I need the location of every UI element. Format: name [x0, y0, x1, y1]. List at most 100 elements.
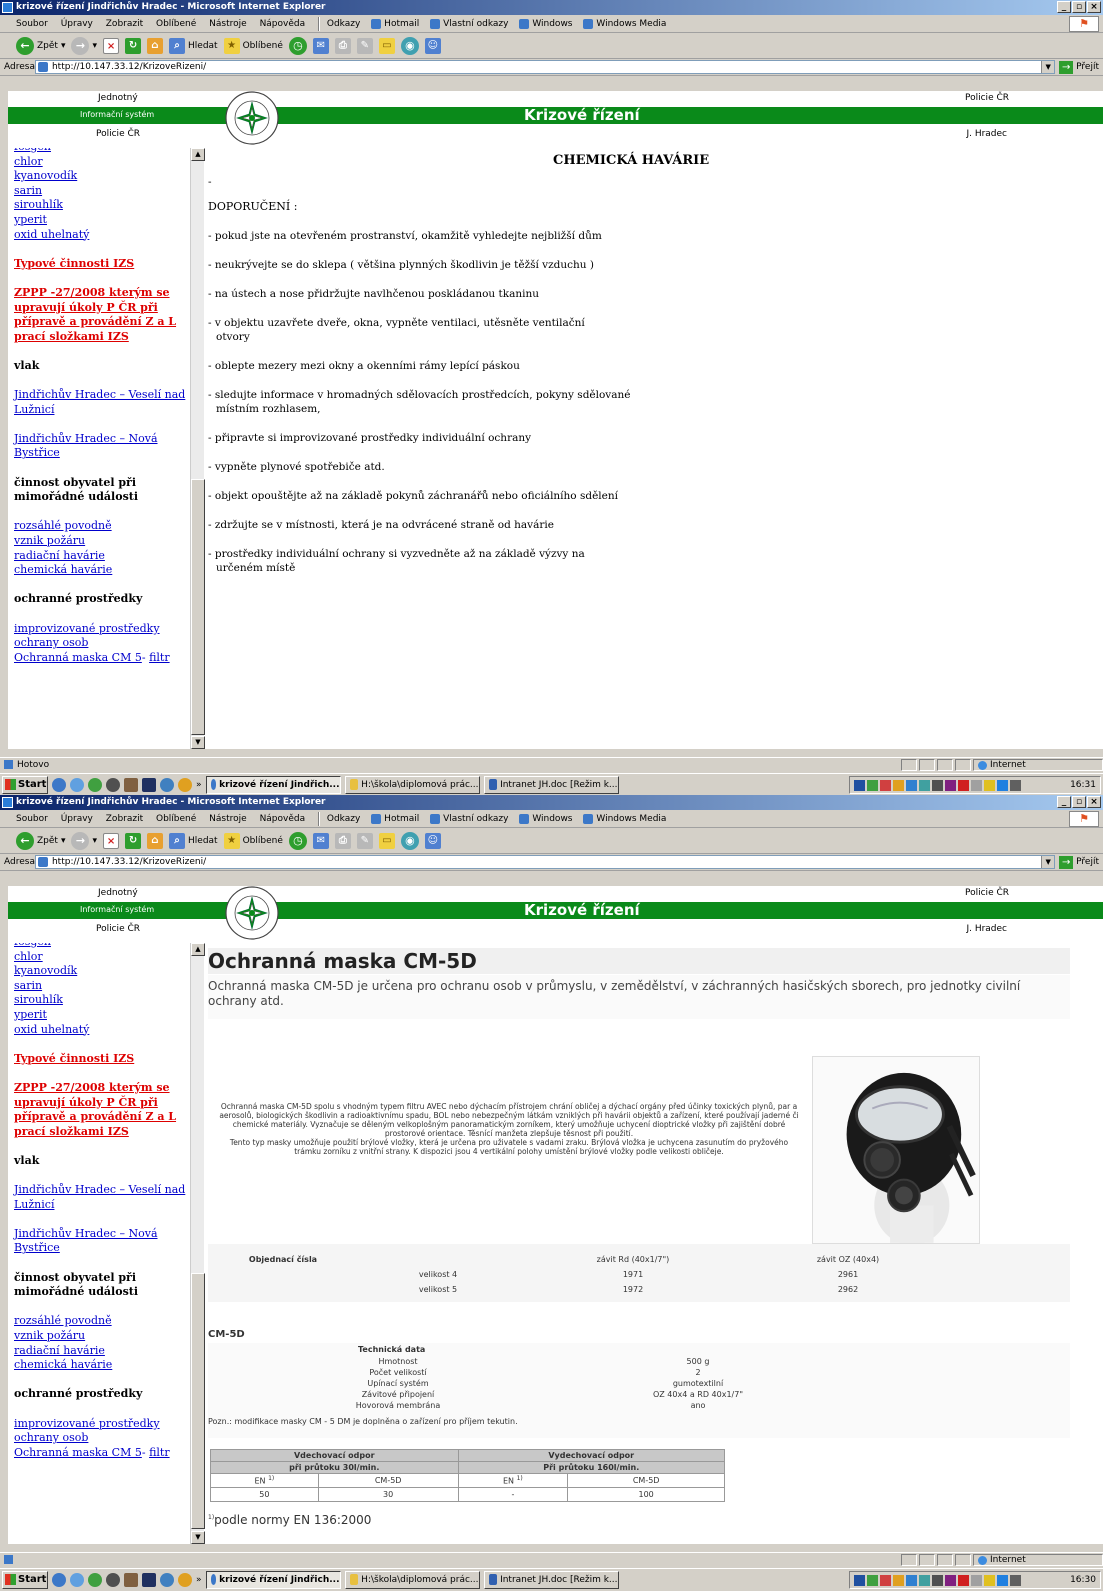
menu-file[interactable]: Soubor [16, 19, 48, 29]
sidebar-link-bystrice-2[interactable]: Bystřice [14, 1241, 189, 1256]
menu-edit[interactable]: Úpravy [61, 814, 93, 824]
task-word[interactable]: Intranet JH.doc [Režim k... [483, 1570, 619, 1589]
sidebar-link-oxid[interactable]: oxid uhelnatý [14, 228, 189, 243]
sidebar-link-improvised-2[interactable]: ochrany osob [14, 1431, 189, 1446]
menu-file[interactable]: Soubor [16, 814, 48, 824]
tray-icon[interactable] [1010, 779, 1021, 791]
sidebar-link-mask[interactable]: Ochranná maska CM 5 [14, 1446, 142, 1459]
sidebar-link-oxid[interactable]: oxid uhelnatý [14, 1023, 189, 1038]
stop-icon[interactable]: × [103, 37, 120, 54]
edit-icon[interactable]: ✎ [356, 832, 373, 849]
task-word[interactable]: Intranet JH.doc [Režim k... [483, 775, 619, 794]
desktop-quicklaunch-icon[interactable] [70, 777, 84, 792]
desktop-quicklaunch-icon[interactable] [70, 1572, 84, 1587]
home-icon[interactable]: ⌂ [147, 832, 164, 849]
favorites-button[interactable]: ★ Oblíbené [223, 37, 283, 54]
tray-icon[interactable] [997, 1574, 1008, 1586]
menu-tools[interactable]: Nástroje [209, 19, 247, 29]
sidebar-link-bystrice-1[interactable]: Jindřichův Hradec – Nová [14, 1227, 189, 1242]
task-ie[interactable]: krizové řízení Jindřich... [205, 1570, 341, 1589]
tray-icon[interactable] [893, 779, 904, 791]
sidebar-link-izs[interactable]: Typové činnosti IZS [14, 1052, 189, 1067]
tray-icon[interactable] [919, 1574, 930, 1586]
sidebar-link-flood[interactable]: rozsáhlé povodně [14, 1314, 189, 1329]
sidebar-link-sarin[interactable]: sarin [14, 184, 189, 199]
mail-icon[interactable]: ✉ [312, 37, 329, 54]
scroll-up-icon[interactable]: ▲ [191, 148, 205, 161]
media-quicklaunch-icon[interactable] [106, 777, 120, 792]
sidebar-link-sirouhlik[interactable]: sirouhlík [14, 993, 189, 1008]
home-icon[interactable]: ⌂ [147, 37, 164, 54]
menu-favorites[interactable]: Oblíbené [156, 814, 196, 824]
browser-quicklaunch-icon[interactable] [160, 777, 174, 792]
tray-icon[interactable] [854, 1574, 865, 1586]
start-button[interactable]: Start [2, 1570, 48, 1589]
tray-icon[interactable] [1010, 1574, 1021, 1586]
back-button[interactable]: ← Zpět ▾ [16, 831, 65, 850]
task-folder[interactable]: H:\škola\diplomová prác... [344, 775, 480, 794]
folder-icon[interactable]: ▭ [378, 832, 395, 849]
sidebar-link-filter[interactable]: filtr [149, 1446, 170, 1459]
print-icon[interactable]: ⎙ [334, 37, 351, 54]
sidebar-link-zppp-1[interactable]: ZPPP -27/2008 kterým se [14, 286, 189, 301]
scroll-down-icon[interactable]: ▼ [191, 736, 205, 749]
sidebar-link-flood[interactable]: rozsáhlé povodně [14, 519, 189, 534]
vlc-quicklaunch-icon[interactable] [178, 777, 192, 792]
menu-help[interactable]: Nápověda [260, 19, 306, 29]
tray-icon[interactable] [932, 779, 943, 791]
quicklaunch-more-icon[interactable]: » [196, 780, 202, 790]
link-windows[interactable]: Windows [519, 18, 573, 29]
menu-view[interactable]: Zobrazit [106, 814, 143, 824]
stop-icon[interactable]: × [103, 832, 120, 849]
restore-button[interactable]: ▫ [1072, 1, 1086, 13]
tray-icon[interactable] [945, 779, 956, 791]
favorites-button[interactable]: ★ Oblíbené [223, 832, 283, 849]
tray-icon[interactable] [906, 779, 917, 791]
sidebar-link-chemical[interactable]: chemická havárie [14, 563, 189, 578]
media-quicklaunch-icon[interactable] [106, 1572, 120, 1587]
task-folder[interactable]: H:\škola\diplomová prác... [344, 1570, 480, 1589]
address-input[interactable]: http://10.147.33.12/KrizoveRizeni/ ▼ [34, 60, 1056, 74]
link-custom[interactable]: Vlastní odkazy [430, 813, 508, 824]
address-input[interactable]: http://10.147.33.12/KrizoveRizeni/ ▼ [34, 855, 1056, 869]
close-button[interactable]: × [1087, 1, 1101, 13]
sidebar-link-veseli-2[interactable]: Lužnicí [14, 1198, 189, 1213]
quicklaunch-more-icon[interactable]: » [196, 1575, 202, 1585]
messenger-quicklaunch-icon[interactable] [88, 777, 102, 792]
sidebar-link-kyanovodik[interactable]: kyanovodík [14, 169, 189, 184]
sidebar-link-improvised-1[interactable]: improvizované prostředky [14, 622, 189, 637]
tray-icon[interactable] [919, 779, 930, 791]
tray-icon[interactable] [971, 1574, 982, 1586]
tray-icon[interactable] [971, 779, 982, 791]
menu-help[interactable]: Nápověda [260, 814, 306, 824]
browser-quicklaunch-icon[interactable] [160, 1572, 174, 1587]
word-quicklaunch-icon[interactable] [142, 1572, 156, 1587]
sidebar-link-fire[interactable]: vznik požáru [14, 534, 189, 549]
tray-icon[interactable] [984, 779, 995, 791]
sidebar-link-radiation[interactable]: radiační havárie [14, 549, 189, 564]
sidebar-link-cut[interactable]: fosgen [14, 943, 189, 950]
links-label[interactable]: Odkazy [327, 19, 360, 29]
history-icon[interactable]: ◷ [288, 831, 307, 850]
word-quicklaunch-icon[interactable] [142, 777, 156, 792]
close-button[interactable]: × [1087, 796, 1101, 808]
sidebar-link-veseli-1[interactable]: Jindřichův Hradec – Veselí nad [14, 1183, 189, 1198]
ie-quicklaunch-icon[interactable] [52, 1572, 66, 1587]
folder-icon[interactable]: ▭ [378, 37, 395, 54]
sidebar-link-chlor[interactable]: chlor [14, 950, 189, 965]
sidebar-link-chemical[interactable]: chemická havárie [14, 1358, 189, 1373]
tray-icon[interactable] [854, 779, 865, 791]
tray-icon[interactable] [867, 1574, 878, 1586]
mail-icon[interactable]: ✉ [312, 832, 329, 849]
restore-button[interactable]: ▫ [1072, 796, 1086, 808]
sidebar-link-filter[interactable]: filtr [149, 651, 170, 664]
sidebar-link-veseli-2[interactable]: Lužnicí [14, 403, 189, 418]
sidebar-link-yperit[interactable]: yperit [14, 213, 189, 228]
sidebar-link-sirouhlik[interactable]: sirouhlík [14, 198, 189, 213]
sidebar-link-zppp-3[interactable]: přípravě a provádění Z a L [14, 1110, 189, 1125]
app-quicklaunch-icon[interactable] [124, 1572, 138, 1587]
forward-button[interactable]: → ▾ [71, 831, 97, 850]
start-button[interactable]: Start [2, 775, 48, 794]
scroll-up-icon[interactable]: ▲ [191, 943, 205, 956]
menu-tools[interactable]: Nástroje [209, 814, 247, 824]
